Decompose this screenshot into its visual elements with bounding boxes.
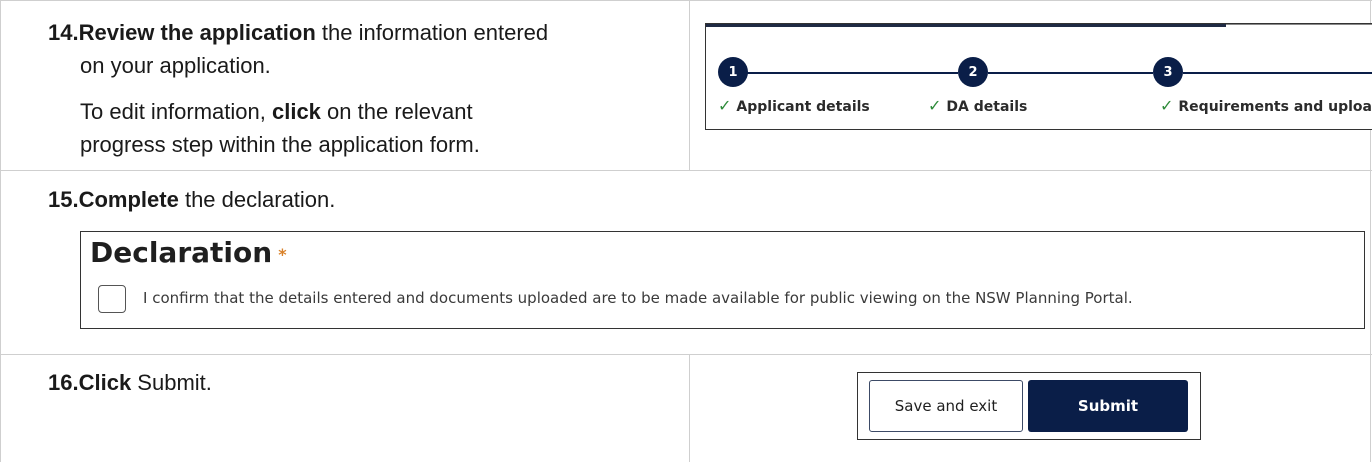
column-divider-bottom	[689, 354, 690, 462]
step-circle-1[interactable]: 1	[718, 57, 748, 87]
step-14-line-3-post: on the relevant	[320, 99, 473, 124]
step-16-line: 16.Click Submit.	[48, 367, 212, 398]
step-14-line-4: progress step within the application for…	[80, 132, 480, 157]
declaration-checkbox[interactable]	[98, 285, 126, 313]
stepper-top-bar	[706, 24, 1226, 27]
step-circle-2[interactable]: 2	[958, 57, 988, 87]
column-divider-top	[689, 0, 690, 170]
row-divider-1	[0, 0, 1372, 1]
step-label-2[interactable]: ✓ DA details	[928, 96, 1027, 115]
step-15-number: 15.	[48, 187, 79, 212]
step-label-3[interactable]: ✓ Requirements and uploa	[1160, 96, 1372, 115]
stepper-top-line	[1226, 24, 1372, 25]
step-15-line: 15.Complete the declaration.	[48, 184, 335, 215]
step-16-number: 16.	[48, 370, 79, 395]
step-14-line-2: on your application.	[80, 53, 271, 78]
step-connector-3	[1183, 72, 1372, 74]
declaration-title-text: Declaration	[90, 236, 273, 269]
declaration-panel: Declaration * I confirm that the details …	[80, 231, 1365, 329]
step-14-rest: the information entered	[315, 20, 549, 45]
save-and-exit-button[interactable]: Save and exit	[869, 380, 1023, 432]
check-icon: ✓	[1160, 96, 1174, 115]
step-14-line-1: 14.Review the application the informatio…	[48, 17, 548, 48]
step-label-2-text: DA details	[946, 99, 1028, 115]
step-14-line-3-bold: click	[271, 99, 321, 124]
action-buttons-panel: Save and exit Submit	[857, 372, 1201, 440]
row-divider-3	[0, 354, 1372, 355]
required-icon: *	[278, 244, 287, 264]
check-icon: ✓	[718, 96, 732, 115]
step-15-rest: the declaration.	[178, 187, 336, 212]
progress-stepper: 1 2 3 ✓ Applicant details ✓ DA details ✓ Re…	[705, 23, 1372, 130]
step-connector-2	[988, 72, 1153, 74]
submit-button[interactable]: Submit	[1028, 380, 1188, 432]
step-connector-1	[743, 72, 958, 74]
check-icon: ✓	[928, 96, 942, 115]
step-15-bold: Complete	[78, 187, 179, 212]
row-divider-2	[0, 170, 1372, 171]
step-14-line-3: To edit information, click on the releva…	[80, 96, 473, 127]
step-label-1[interactable]: ✓ Applicant details	[718, 96, 870, 115]
step-circle-3[interactable]: 3	[1153, 57, 1183, 87]
declaration-text: I confirm that the details entered and d…	[143, 289, 1133, 307]
step-14-bold: Review the application	[78, 20, 316, 45]
step-label-3-text: Requirements and uploa	[1178, 99, 1372, 115]
declaration-title: Declaration *	[90, 236, 287, 269]
left-border	[0, 0, 1, 462]
step-16-rest: Submit.	[131, 370, 212, 395]
step-16-bold: Click	[78, 370, 132, 395]
step-label-1-text: Applicant details	[736, 99, 870, 115]
step-14-line-3-pre: To edit information,	[80, 99, 272, 124]
step-14-number: 14.	[48, 20, 79, 45]
